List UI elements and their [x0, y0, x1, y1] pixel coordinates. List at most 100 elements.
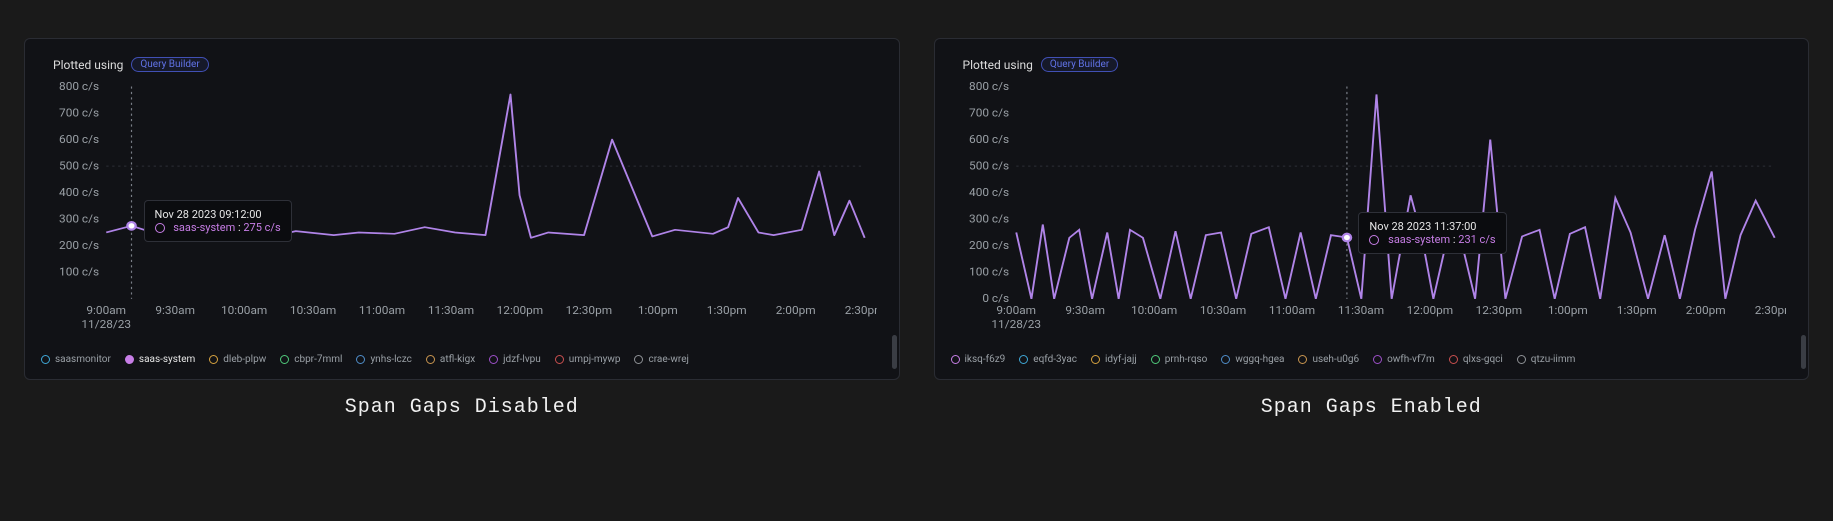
legend-swatch-icon [1151, 355, 1160, 364]
legend-item[interactable]: umpj-mywp [555, 354, 621, 365]
svg-text:10:30am: 10:30am [290, 304, 336, 317]
scrollbar-thumb[interactable] [1801, 335, 1806, 369]
chart-panel-left: Plotted using Query Builder 100 c/s200 c… [24, 38, 900, 380]
legend-item[interactable]: idyf-jajj [1091, 354, 1137, 365]
legend-swatch-icon [489, 355, 498, 364]
panel-wrap-right: Plotted using Query Builder 0 c/s100 c/s… [934, 38, 1810, 419]
svg-text:300 c/s: 300 c/s [59, 212, 99, 225]
legend-swatch-icon [209, 355, 218, 364]
chart-area-right[interactable]: 0 c/s100 c/s200 c/s300 c/s400 c/s500 c/s… [957, 80, 1787, 340]
svg-text:12:00pm: 12:00pm [497, 304, 544, 317]
legend-item[interactable]: saasmonitor [41, 354, 111, 365]
svg-text:2:30pm: 2:30pm [1754, 304, 1786, 317]
legend-label: dleb-plpw [223, 354, 266, 365]
svg-text:9:30am: 9:30am [1065, 304, 1105, 317]
svg-text:100 c/s: 100 c/s [969, 265, 1009, 278]
legend-swatch-icon [280, 355, 289, 364]
svg-text:700 c/s: 700 c/s [969, 106, 1009, 119]
svg-text:11/28/23: 11/28/23 [991, 318, 1041, 331]
legend-swatch-icon [1221, 355, 1230, 364]
plotted-using-label: Plotted using [963, 58, 1033, 72]
legend-item[interactable]: saas-system [125, 354, 195, 365]
legend-item[interactable]: qtzu-iimm [1517, 354, 1576, 365]
legend-swatch-icon [1373, 355, 1382, 364]
chart-svg-right[interactable]: 0 c/s100 c/s200 c/s300 c/s400 c/s500 c/s… [957, 80, 1787, 340]
svg-text:1:30pm: 1:30pm [707, 304, 747, 317]
svg-text:11:30am: 11:30am [1337, 304, 1383, 317]
svg-text:10:00am: 10:00am [221, 304, 267, 317]
svg-text:2:00pm: 2:00pm [1685, 304, 1725, 317]
legend-label: useh-u0g6 [1312, 354, 1359, 365]
legend-item[interactable]: dleb-plpw [209, 354, 266, 365]
chart-svg-left[interactable]: 100 c/s200 c/s300 c/s400 c/s500 c/s600 c… [47, 80, 877, 340]
legend-label: wggq-hgea [1235, 354, 1284, 365]
chart-panel-right: Plotted using Query Builder 0 c/s100 c/s… [934, 38, 1810, 380]
query-builder-badge[interactable]: Query Builder [1041, 57, 1118, 72]
legend-item[interactable]: wggq-hgea [1221, 354, 1284, 365]
legend-label: idyf-jajj [1105, 354, 1137, 365]
svg-text:600 c/s: 600 c/s [969, 132, 1009, 145]
svg-text:1:30pm: 1:30pm [1616, 304, 1656, 317]
legend-item[interactable]: cbpr-7mml [280, 354, 342, 365]
legend-label: owfh-vf7m [1387, 354, 1435, 365]
svg-text:2:00pm: 2:00pm [776, 304, 816, 317]
svg-text:1:00pm: 1:00pm [638, 304, 678, 317]
legend-item[interactable]: eqfd-3yac [1019, 354, 1077, 365]
stage: Plotted using Query Builder 100 c/s 200 c… [0, 0, 1833, 437]
legend-swatch-icon [1091, 355, 1100, 364]
legend-label: saasmonitor [55, 354, 111, 365]
plot-title-row: Plotted using Query Builder [53, 57, 887, 72]
legend-label: jdzf-lvpu [503, 354, 541, 365]
svg-text:800 c/s: 800 c/s [59, 80, 99, 93]
legend-item[interactable]: useh-u0g6 [1298, 354, 1359, 365]
svg-text:12:30pm: 12:30pm [1475, 304, 1522, 317]
chart-area-left[interactable]: 100 c/s200 c/s300 c/s400 c/s500 c/s600 c… [47, 80, 877, 340]
svg-text:300 c/s: 300 c/s [969, 212, 1009, 225]
legend-label: saas-system [139, 354, 195, 365]
query-builder-badge[interactable]: Query Builder [131, 57, 208, 72]
legend-label: eqfd-3yac [1033, 354, 1077, 365]
legend-label: cbpr-7mml [294, 354, 342, 365]
svg-text:12:00pm: 12:00pm [1406, 304, 1453, 317]
svg-text:2:30pm: 2:30pm [845, 304, 877, 317]
legend-swatch-icon [1449, 355, 1458, 364]
svg-text:200 c/s: 200 c/s [969, 239, 1009, 252]
legend-swatch-icon [1517, 355, 1526, 364]
plot-title-row: Plotted using Query Builder [963, 57, 1797, 72]
legend-label: crae-wrej [648, 354, 688, 365]
svg-text:200 c/s: 200 c/s [59, 239, 99, 252]
svg-text:700 c/s: 700 c/s [59, 106, 99, 119]
svg-text:11/28/23: 11/28/23 [81, 318, 131, 331]
legend-swatch-icon [125, 355, 134, 364]
svg-text:9:30am: 9:30am [155, 304, 195, 317]
legend-swatch-icon [951, 355, 960, 364]
legend-item[interactable]: crae-wrej [634, 354, 688, 365]
legend-item[interactable]: qlxs-gqci [1449, 354, 1503, 365]
panel-wrap-left: Plotted using Query Builder 100 c/s200 c… [24, 38, 900, 419]
svg-text:600 c/s: 600 c/s [59, 132, 99, 145]
legend-item[interactable]: iksq-f6z9 [951, 354, 1006, 365]
legend-item[interactable]: jdzf-lvpu [489, 354, 541, 365]
plotted-using-label: Plotted using [53, 58, 123, 72]
svg-text:9:00am: 9:00am [86, 304, 126, 317]
legend-label: iksq-f6z9 [965, 354, 1006, 365]
svg-text:500 c/s: 500 c/s [59, 159, 99, 172]
legend-swatch-icon [1298, 355, 1307, 364]
legend-swatch-icon [426, 355, 435, 364]
svg-text:11:00am: 11:00am [1268, 304, 1314, 317]
legend-item[interactable]: ynhs-lczc [356, 354, 411, 365]
scrollbar-thumb[interactable] [892, 335, 897, 369]
legend-item[interactable]: prnh-rqso [1151, 354, 1208, 365]
panel-caption-left: Span Gaps Disabled [24, 396, 900, 419]
svg-text:400 c/s: 400 c/s [59, 185, 99, 198]
legend-label: umpj-mywp [569, 354, 621, 365]
legend-label: atfl-kigx [440, 354, 475, 365]
legend-left: saasmonitor saas-system dleb-plpw cbpr-7mml… [41, 354, 883, 365]
svg-text:500 c/s: 500 c/s [969, 159, 1009, 172]
legend-label: qtzu-iimm [1531, 354, 1576, 365]
svg-text:400 c/s: 400 c/s [969, 185, 1009, 198]
svg-text:10:00am: 10:00am [1130, 304, 1176, 317]
legend-item[interactable]: owfh-vf7m [1373, 354, 1435, 365]
legend-item[interactable]: atfl-kigx [426, 354, 475, 365]
svg-text:1:00pm: 1:00pm [1547, 304, 1587, 317]
